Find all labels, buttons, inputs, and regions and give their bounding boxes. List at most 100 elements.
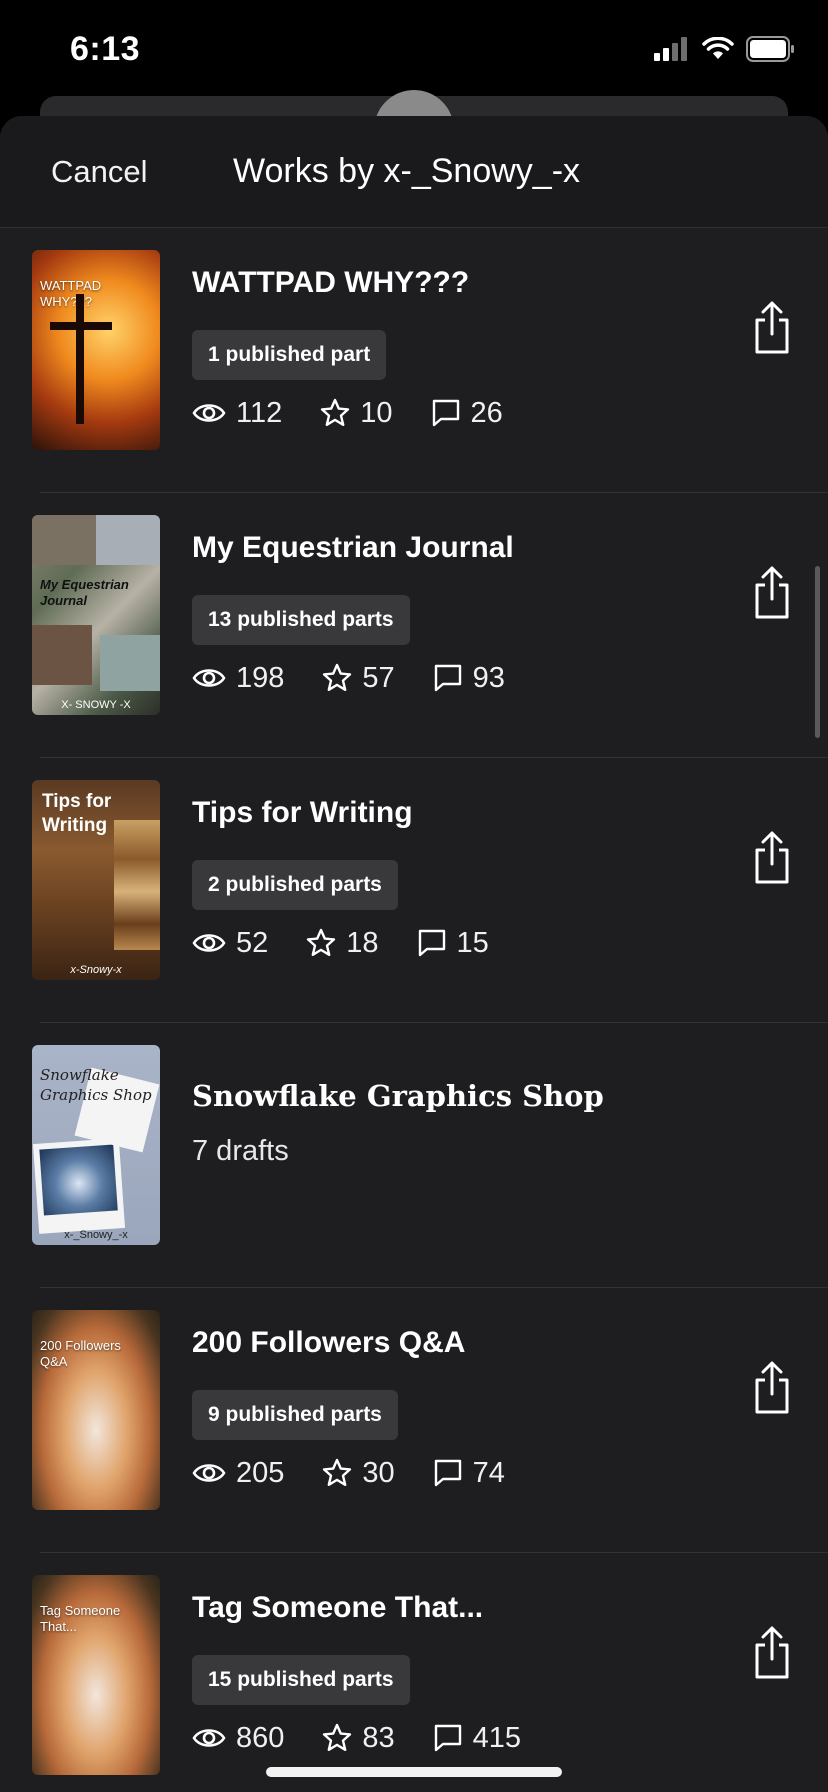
collage-tile: [96, 515, 160, 565]
story-cover: Tag Someone That...: [32, 1575, 160, 1775]
collage-tile: [100, 635, 160, 691]
eye-icon: [192, 404, 226, 422]
votes-stat: 10: [320, 396, 393, 430]
star-icon: [321, 398, 350, 426]
comment-icon: [432, 399, 459, 427]
story-cover: 200 Followers Q&A: [32, 1310, 160, 1510]
story-title[interactable]: 200 Followers Q&A: [192, 1326, 465, 1360]
votes-stat: 30: [322, 1457, 395, 1490]
views-count: 52: [236, 926, 269, 959]
comments-count: 15: [456, 926, 489, 959]
drafts-count: 7 drafts: [192, 1135, 289, 1167]
story-stats: 860 83 415: [192, 1721, 559, 1755]
home-indicator[interactable]: [266, 1767, 562, 1777]
views-count: 205: [236, 1456, 285, 1489]
cross-shape-bar: [50, 322, 112, 330]
comment-icon: [434, 664, 461, 692]
views-stat: 112: [192, 397, 282, 430]
comments-stat: 15: [417, 927, 489, 960]
story-item[interactable]: Tips for Writing x-Snowy-x Tips for Writ…: [0, 758, 828, 1023]
star-icon: [323, 1723, 352, 1751]
story-title[interactable]: WATTPAD WHY???: [192, 266, 469, 300]
comment-icon: [434, 1459, 461, 1487]
story-stats: 112 10 26: [192, 396, 541, 430]
story-title[interactable]: My Equestrian Journal: [192, 531, 514, 565]
votes-stat: 57: [322, 661, 395, 695]
story-item[interactable]: Tag Someone That... Tag Someone That... …: [0, 1553, 828, 1792]
sheet-header: Cancel Works by x-_Snowy_-x: [0, 116, 828, 228]
comments-stat: 26: [431, 397, 503, 430]
cover-text: 200 Followers Q&A: [40, 1338, 121, 1369]
polaroid: [32, 1138, 126, 1234]
status-bar: 6:13: [0, 0, 828, 100]
cover-author: x-_Snowy_-x: [64, 1229, 128, 1241]
collage-tile: [32, 515, 96, 565]
comments-count: 415: [472, 1721, 522, 1754]
eye-icon: [192, 1729, 226, 1747]
story-title[interactable]: Tips for Writing: [192, 796, 413, 830]
comments-stat: 74: [433, 1457, 505, 1490]
cover-text: My Equestrian Journal: [40, 577, 129, 608]
polaroid-photo: [39, 1144, 118, 1216]
share-icon[interactable]: [752, 1625, 792, 1681]
votes-count: 57: [362, 661, 395, 694]
views-count: 198: [236, 661, 285, 694]
cover-author: X- SNOWY -X: [61, 699, 131, 711]
story-list: WATTPAD WHY??? WATTPAD WHY??? 1 publishe…: [0, 228, 828, 1792]
story-item[interactable]: WATTPAD WHY??? WATTPAD WHY??? 1 publishe…: [0, 228, 828, 493]
collage-tile: [32, 625, 92, 685]
eye-icon: [192, 669, 226, 687]
votes-count: 18: [346, 926, 379, 959]
cover-text: Tips for Writing: [42, 791, 112, 836]
star-icon: [307, 928, 336, 956]
comments-count: 74: [472, 1456, 505, 1489]
views-count: 112: [236, 396, 283, 429]
story-stats: 205 30 74: [192, 1456, 543, 1490]
eye-icon: [192, 934, 226, 952]
story-title[interactable]: Tag Someone That...: [192, 1591, 483, 1625]
share-icon[interactable]: [752, 1360, 792, 1416]
story-title[interactable]: Snowflake Graphics Shop: [192, 1079, 604, 1113]
share-icon[interactable]: [752, 565, 792, 621]
battery-icon: [746, 36, 794, 62]
cover-text: WATTPAD WHY???: [40, 278, 102, 309]
star-icon: [323, 1458, 352, 1486]
story-item[interactable]: My Equestrian Journal X- SNOWY -X My Equ…: [0, 493, 828, 758]
eye-icon: [192, 1464, 226, 1482]
status-time: 6:13: [70, 30, 141, 68]
cover-author: x-Snowy-x: [70, 964, 122, 976]
story-item[interactable]: 200 Followers Q&A 200 Followers Q&A 9 pu…: [0, 1288, 828, 1553]
cover-text: Snowflake Graphics Shop: [40, 1066, 152, 1104]
comments-stat: 93: [433, 662, 505, 695]
sheet-title: Works by x-_Snowy_-x: [233, 152, 581, 190]
comments-stat: 415: [433, 1722, 521, 1755]
cancel-button[interactable]: Cancel: [51, 154, 148, 190]
story-cover: Tips for Writing x-Snowy-x: [32, 780, 160, 980]
comments-count: 93: [472, 661, 505, 694]
scrollbar[interactable]: [815, 566, 820, 738]
published-parts-badge: 15 published parts: [192, 1655, 410, 1705]
views-stat: 860: [192, 1722, 284, 1755]
share-icon[interactable]: [752, 830, 792, 886]
votes-count: 83: [362, 1721, 395, 1754]
works-sheet: Cancel Works by x-_Snowy_-x WATTPAD WHY?…: [0, 116, 828, 1792]
story-cover: Snowflake Graphics Shop x-_Snowy_-x: [32, 1045, 160, 1245]
views-stat: 198: [192, 662, 284, 695]
star-icon: [323, 663, 352, 691]
cross-shape: [76, 294, 84, 424]
published-parts-badge: 13 published parts: [192, 595, 410, 645]
story-stats: 198 57 93: [192, 661, 543, 695]
story-item[interactable]: Snowflake Graphics Shop x-_Snowy_-x Snow…: [0, 1023, 828, 1288]
votes-stat: 83: [322, 1721, 395, 1755]
views-stat: 205: [192, 1457, 284, 1490]
votes-stat: 18: [306, 926, 379, 960]
status-icons: [654, 36, 796, 62]
published-parts-badge: 2 published parts: [192, 860, 398, 910]
book-stack: [114, 820, 160, 950]
cover-text: Tag Someone That...: [40, 1603, 121, 1634]
votes-count: 10: [360, 396, 393, 429]
share-icon[interactable]: [752, 300, 792, 356]
views-count: 860: [236, 1721, 285, 1754]
published-parts-badge: 9 published parts: [192, 1390, 398, 1440]
comment-icon: [434, 1724, 461, 1752]
